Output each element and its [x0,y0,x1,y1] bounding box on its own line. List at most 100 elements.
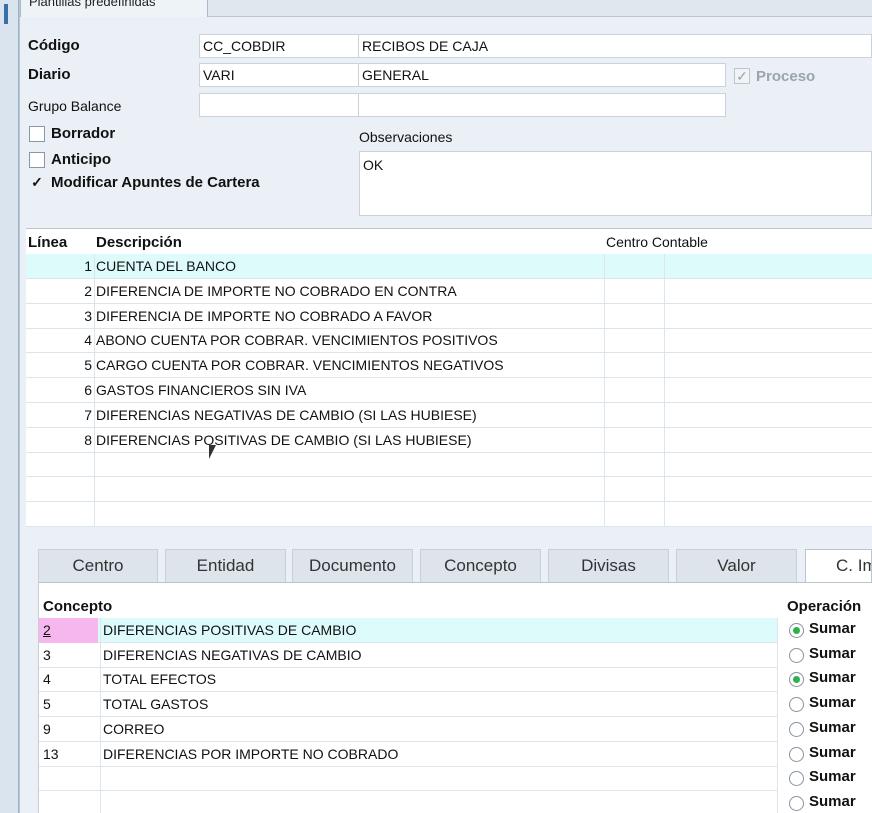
codigo-description-field[interactable]: RECIBOS DE CAJA [358,34,872,58]
codigo-field[interactable]: CC_COBDIR [199,34,359,58]
concepto-name-cell: DIFERENCIAS POR IMPORTE NO COBRADO [103,745,399,762]
table-row[interactable]: 3 DIFERENCIA DE IMPORTE NO COBRADO A FAVO… [26,304,872,329]
tab-concepto[interactable]: Concepto [420,549,541,582]
table-row[interactable] [39,791,777,813]
operacion-radio[interactable] [789,746,804,762]
operacion-radio[interactable] [789,771,804,787]
grid-divider [94,254,95,527]
table-row[interactable]: 5 TOTAL GASTOS [39,692,777,718]
operacion-radio[interactable] [789,647,804,663]
tab-entidad[interactable]: Entidad [165,549,286,582]
concepto-code-cell: 4 [43,671,51,688]
tab-valor[interactable]: Valor [676,549,797,582]
descripcion-cell: CARGO CUENTA POR COBRAR. VENCIMIENTOS NE… [96,357,504,374]
table-row[interactable]: 13 DIFERENCIAS POR IMPORTE NO COBRADO [39,742,777,767]
operacion-radio[interactable] [789,697,804,713]
linea-cell: 3 [84,307,92,324]
table-row[interactable]: 7 DIFERENCIAS NEGATIVAS DE CAMBIO (SI LAS… [26,403,872,428]
top-tab-strip: Plantillas predefinidas [20,0,872,17]
tab-centro[interactable]: Centro [38,549,158,582]
grupo-balance-field[interactable] [199,93,359,117]
operacion-sumar-label: Sumar [809,669,856,687]
concepto-name-cell [103,766,773,791]
anticipo-checkbox[interactable] [29,152,45,168]
grid-divider [100,618,101,813]
linea-cell: 5 [84,357,92,374]
grid-divider [664,254,665,527]
table-row[interactable]: 6 GASTOS FINANCIEROS SIN IVA [26,378,872,403]
linea-cell: 2 [84,282,92,299]
tab-divisas[interactable]: Divisas [548,549,669,582]
operacion-radio[interactable] [789,623,804,638]
observaciones-textarea[interactable]: OK [359,151,872,216]
table-row[interactable] [26,477,872,503]
concepto-name-cell: CORREO [103,720,165,737]
table-row[interactable]: 2 DIFERENCIA DE IMPORTE NO COBRADO EN CON… [26,279,872,304]
table-row[interactable] [26,452,872,478]
linea-cell: 1 [84,258,92,274]
table-row[interactable]: 1 CUENTA DEL BANCO [26,254,872,279]
window-left-edge [0,0,20,813]
table-row[interactable] [26,502,872,527]
descripcion-cell: CUENTA DEL BANCO [96,258,237,274]
diario-description-field[interactable]: GENERAL [358,63,726,87]
descripcion-cell: DIFERENCIAS POSITIVAS DE CAMBIO (SI LAS … [96,431,472,448]
table-row[interactable]: 3 DIFERENCIAS NEGATIVAS DE CAMBIO [39,643,777,668]
anticipo-label: Anticipo [51,151,111,168]
operacion-sumar-label: Sumar [809,620,856,637]
diario-field[interactable]: VARI [199,63,359,87]
grid-divider [604,254,605,527]
modificar-apuntes-checkbox[interactable]: ✓ [29,175,45,191]
tab-documento[interactable]: Documento [292,549,413,582]
linea-cell: 8 [84,431,92,448]
concepto-name-cell: TOTAL GASTOS [103,696,209,713]
table-row[interactable]: 5 CARGO CUENTA POR COBRAR. VENCIMIENTOS N… [26,353,872,379]
col-descripcion-header: Descripción [96,234,182,251]
linea-cell: 4 [84,332,92,349]
operacion-sumar-label: Sumar [809,644,856,662]
concepto-code-cell: 2 [39,618,98,643]
table-row[interactable]: 8 DIFERENCIAS POSITIVAS DE CAMBIO (SI LAS… [26,428,872,453]
linea-cell: 6 [84,382,92,398]
col-linea-header: Línea [28,234,68,251]
concepto-code-cell [43,791,98,813]
window-divider [18,0,19,813]
table-row[interactable]: 4 ABONO CUENTA POR COBRAR. VENCIMIENTOS P… [26,328,872,354]
table-row[interactable]: 9 CORREO [39,717,777,742]
concepto-code-cell: 3 [43,646,51,663]
col-concepto-header: Concepto [43,598,113,615]
grupo-balance-label: Grupo Balance [28,98,122,114]
descripcion-cell: ABONO CUENTA POR COBRAR. VENCIMIENTOS PO… [96,332,498,349]
table-row[interactable] [39,766,777,792]
diario-label: Diario [28,66,71,83]
col-operacion-header: Operación [787,598,862,615]
grid-divider [777,618,778,813]
radio-selected-dot [793,676,800,684]
descripcion-cell: DIFERENCIAS NEGATIVAS DE CAMBIO (SI LAS … [96,406,477,423]
codigo-label: Código [28,37,80,54]
tab-plantillas-predefinidas[interactable]: Plantillas predefinidas [20,0,208,17]
operacion-sumar-label: Sumar [809,768,856,786]
operacion-sumar-label: Sumar [809,694,856,712]
grupo-balance-description-field[interactable] [358,93,726,117]
proceso-label: Proceso [756,68,816,85]
operacion-radio[interactable] [789,795,804,811]
descripcion-cell: DIFERENCIA DE IMPORTE NO COBRADO A FAVOR [96,307,433,324]
linea-cell: 7 [84,406,92,423]
borrador-checkbox[interactable] [29,126,45,142]
concepto-name-cell: DIFERENCIAS POSITIVAS DE CAMBIO [103,622,357,638]
operacion-radio[interactable] [789,672,804,688]
table-row[interactable]: 4 TOTAL EFECTOS [39,667,777,693]
operacion-radio[interactable] [789,721,804,737]
tab-c-im[interactable]: C. Im [805,549,872,584]
observaciones-label: Observaciones [359,129,453,145]
detail-tabs: Centro Entidad Documento Concepto Divisa… [38,549,872,584]
concepto-code-cell: 13 [43,745,59,762]
table-row[interactable]: 2 DIFERENCIAS POSITIVAS DE CAMBIO [39,618,777,643]
window-edge-marker [4,4,8,24]
concept-panel: Concepto Operación 2 DIFERENCIAS POSITIVA… [38,582,872,813]
mouse-cursor-icon [209,445,216,459]
col-centro-contable-header: Centro Contable [606,234,708,250]
concepto-name-cell: TOTAL EFECTOS [103,671,217,688]
operacion-sumar-label: Sumar [809,743,856,761]
